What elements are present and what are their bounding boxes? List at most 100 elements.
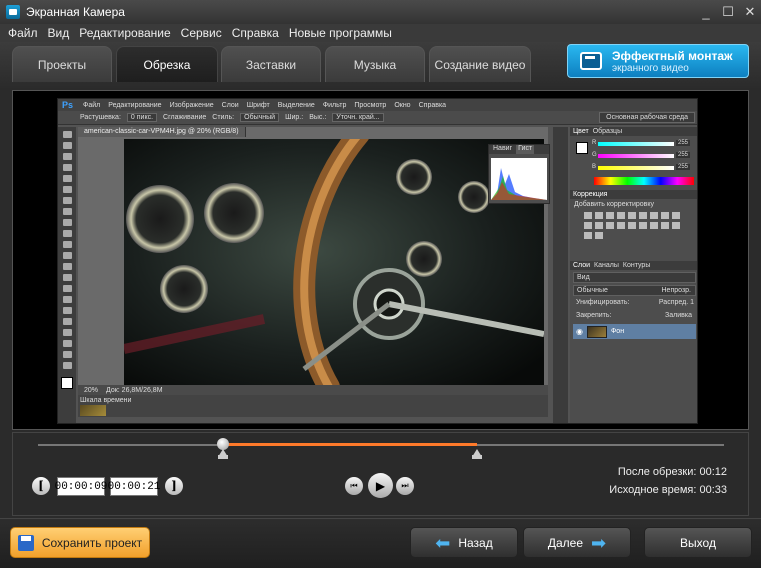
trim-selection-range bbox=[223, 443, 478, 446]
ps-r-slider bbox=[598, 142, 674, 146]
ps-b-value: 255 bbox=[676, 164, 691, 170]
next-button[interactable]: Далее ➡ bbox=[523, 527, 631, 558]
ps-menu-item: Фильтр bbox=[322, 101, 347, 109]
ps-g-value: 255 bbox=[676, 152, 691, 158]
ps-spectrum bbox=[594, 177, 694, 185]
menu-service[interactable]: Сервис bbox=[181, 26, 222, 40]
ps-corrections-tab: Коррекция bbox=[573, 191, 608, 198]
ps-corrections-panel: Добавить корректировку bbox=[570, 199, 697, 261]
ps-color-panel: R 255 G 255 B 255 bbox=[570, 136, 697, 190]
menu-file[interactable]: Файл bbox=[8, 26, 38, 40]
ps-smooth-label: Сглаживание bbox=[163, 114, 207, 121]
original-time-value: 00:33 bbox=[699, 484, 727, 496]
ps-tool-icon bbox=[62, 208, 72, 215]
ps-menu-item: Окно bbox=[394, 101, 411, 109]
ps-timeline-label: Шкала времени bbox=[80, 397, 132, 404]
ps-swatches-tab: Образцы bbox=[592, 128, 623, 135]
window-controls: _ ☐ ✕ bbox=[695, 0, 761, 24]
close-button[interactable]: ✕ bbox=[739, 0, 761, 24]
ps-nav-tab: Навиг bbox=[493, 145, 513, 152]
ps-feather-value: 0 пикс. bbox=[126, 113, 158, 122]
after-trim-info: После обрезки: 00:12 bbox=[618, 466, 727, 478]
floppy-disk-icon bbox=[17, 534, 34, 551]
tab-trim[interactable]: Обрезка bbox=[116, 46, 218, 82]
ps-tool-icon bbox=[62, 230, 72, 237]
ps-tool-icon bbox=[62, 252, 72, 259]
ps-menu-item: Выделение bbox=[277, 101, 315, 109]
film-icon bbox=[580, 52, 602, 70]
ps-timeline: Шкала времени bbox=[78, 395, 548, 417]
set-start-button[interactable]: [ bbox=[32, 477, 50, 495]
start-time-field[interactable]: 00:00:09 bbox=[55, 477, 107, 496]
trim-start-marker-base bbox=[218, 455, 229, 459]
play-button[interactable]: ▶ bbox=[368, 473, 393, 498]
menu-help[interactable]: Справка bbox=[232, 26, 279, 40]
maximize-button[interactable]: ☐ bbox=[717, 0, 739, 24]
ps-menu-item: Справка bbox=[418, 101, 447, 109]
ps-options-bar: Растушевка: 0 пикс. Сглаживание Стиль: О… bbox=[58, 111, 697, 125]
save-project-button[interactable]: Сохранить проект bbox=[10, 527, 150, 558]
ps-menu-item: Изображение bbox=[169, 101, 214, 109]
ps-r-value: 255 bbox=[676, 140, 691, 146]
ps-layer-name: Фон bbox=[610, 328, 625, 335]
ps-tool-icon bbox=[62, 351, 72, 358]
trim-end-marker-base bbox=[472, 455, 483, 459]
ps-opacity-label: Непрозр. bbox=[661, 287, 692, 294]
promo-title: Эффектный монтаж bbox=[612, 48, 733, 63]
menu-view[interactable]: Вид bbox=[48, 26, 70, 40]
ps-tool-icon bbox=[62, 318, 72, 325]
minimize-button[interactable]: _ bbox=[695, 0, 717, 24]
ps-unify-row: Унифицировать: Распред. 1 bbox=[573, 298, 696, 309]
ps-tool-icon bbox=[62, 131, 72, 138]
arrow-right-icon: ➡ bbox=[591, 532, 607, 553]
title-bar: Экранная Камера _ ☐ ✕ bbox=[0, 0, 761, 24]
next-frame-button[interactable]: ⏭ bbox=[396, 477, 414, 495]
menu-bar: Файл Вид Редактирование Сервис Справка Н… bbox=[0, 24, 761, 42]
ps-tool-icon bbox=[62, 241, 72, 248]
ps-tool-icon bbox=[62, 197, 72, 204]
promo-button[interactable]: Эффектный монтаж экранного видео bbox=[567, 44, 749, 78]
ps-tool-icon bbox=[62, 263, 72, 270]
tab-music[interactable]: Музыка bbox=[325, 46, 425, 82]
prev-frame-button[interactable]: ⏮ bbox=[345, 477, 363, 495]
app-camera-icon bbox=[6, 5, 20, 19]
back-button[interactable]: ⬅ Назад bbox=[410, 527, 518, 558]
ps-lock-row: Закрепить: Заливка bbox=[573, 311, 696, 322]
eye-icon: ◉ bbox=[576, 327, 583, 336]
ps-fill-label: Заливка bbox=[665, 312, 692, 319]
tab-create-video[interactable]: Создание видео bbox=[429, 46, 531, 82]
ps-tool-icon bbox=[62, 329, 72, 336]
menu-new-programs[interactable]: Новые программы bbox=[289, 26, 392, 40]
ps-zoom: 20% bbox=[84, 386, 99, 394]
ps-tool-icon bbox=[62, 142, 72, 149]
after-trim-value: 00:12 bbox=[699, 466, 727, 478]
menu-edit[interactable]: Редактирование bbox=[79, 26, 170, 40]
end-time-field[interactable]: 00:00:21 bbox=[108, 477, 160, 496]
ps-doc-size: Док: 26,8M/26,8M bbox=[106, 386, 163, 394]
ps-hist-tab: Гист bbox=[516, 145, 535, 154]
ps-tool-icon bbox=[62, 307, 72, 314]
ps-r-label: R bbox=[592, 140, 597, 146]
ps-toolbar bbox=[58, 127, 76, 423]
ps-g-slider bbox=[598, 154, 674, 158]
ps-corrections-title: Добавить корректировку bbox=[574, 201, 654, 208]
set-end-button[interactable]: ] bbox=[165, 477, 183, 495]
ps-layer-kind: Вид bbox=[573, 272, 696, 283]
ps-blend-value: Обычные bbox=[577, 287, 608, 294]
ps-histogram bbox=[491, 158, 547, 200]
ps-adjustment-icons bbox=[570, 210, 697, 241]
arrow-left-icon: ⬅ bbox=[435, 532, 451, 553]
photoshop-screenshot: Ps Файл Редактирование Изображение Слои … bbox=[57, 98, 698, 424]
ps-timeline-thumb bbox=[80, 405, 106, 416]
tab-projects[interactable]: Проекты bbox=[12, 46, 112, 82]
window-title: Экранная Камера bbox=[26, 5, 125, 19]
exit-button[interactable]: Выход bbox=[644, 527, 752, 558]
ps-logo: Ps bbox=[62, 100, 74, 110]
tab-intros[interactable]: Заставки bbox=[221, 46, 321, 82]
ps-refine-button: Уточн. край... bbox=[332, 113, 384, 122]
ps-fg-swatch bbox=[576, 142, 588, 154]
ps-tool-icon bbox=[62, 362, 72, 369]
save-project-label: Сохранить проект bbox=[41, 535, 143, 550]
ps-lock-label: Закрепить: bbox=[576, 312, 612, 319]
ps-unify-label: Унифицировать: bbox=[576, 299, 630, 306]
